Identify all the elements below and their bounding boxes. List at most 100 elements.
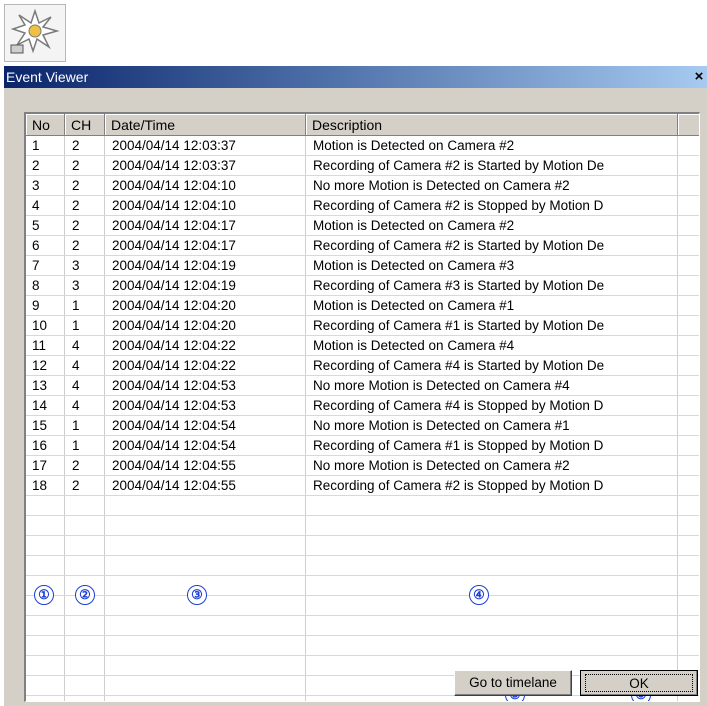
callout-marker: ④ <box>469 585 489 605</box>
cell-ch: 1 <box>72 438 80 453</box>
table-row[interactable]: 12 4 2004/04/14 12:04:22 Recording of Camer… <box>26 356 699 376</box>
grid-divider <box>26 595 699 596</box>
callout-marker: ② <box>75 585 95 605</box>
table-row[interactable]: 5 2 2004/04/14 12:04:17 Motion is Detected … <box>26 216 699 236</box>
cell-ch: 4 <box>72 378 80 393</box>
grid-divider <box>26 555 699 556</box>
cell-datetime: 2004/04/14 12:04:17 <box>112 218 236 233</box>
column-header-description[interactable]: Description <box>306 114 678 136</box>
cell-no: 2 <box>32 158 40 173</box>
cell-description: Recording of Camera #4 is Started by Mot… <box>313 358 605 373</box>
column-header-no[interactable]: No <box>26 114 65 136</box>
cell-ch: 2 <box>72 478 80 493</box>
table-row[interactable]: 18 2 2004/04/14 12:04:55 Recording of Camer… <box>26 476 699 496</box>
cell-ch: 2 <box>72 178 80 193</box>
cell-ch: 2 <box>72 138 80 153</box>
cell-datetime: 2004/04/14 12:04:54 <box>112 418 236 433</box>
grid-divider <box>26 535 699 536</box>
cell-no: 7 <box>32 258 40 273</box>
table-row[interactable]: 14 4 2004/04/14 12:04:53 Recording of Camer… <box>26 396 699 416</box>
ok-button[interactable]: OK <box>580 670 698 696</box>
cell-description: Recording of Camera #2 is Stopped by Mot… <box>313 478 604 493</box>
event-list[interactable]: No CH Date/Time Description 1 2 2004/04/14… <box>24 112 700 702</box>
cell-no: 6 <box>32 238 40 253</box>
cell-description: Recording of Camera #3 is Started by Mot… <box>313 278 605 293</box>
event-viewer-dialog: Event Viewer × No CH Date/Time Descripti… <box>4 66 707 706</box>
cell-no: 5 <box>32 218 40 233</box>
cell-datetime: 2004/04/14 12:04:22 <box>112 338 236 353</box>
table-row[interactable]: 9 1 2004/04/14 12:04:20 Motion is Detected … <box>26 296 699 316</box>
cell-no: 18 <box>32 478 48 493</box>
callout-marker: ③ <box>187 585 207 605</box>
cell-datetime: 2004/04/14 12:04:10 <box>112 198 236 213</box>
table-row[interactable]: 2 2 2004/04/14 12:03:37 Recording of Camera… <box>26 156 699 176</box>
table-row[interactable]: 16 1 2004/04/14 12:04:54 Recording of Camer… <box>26 436 699 456</box>
table-row[interactable]: 10 1 2004/04/14 12:04:20 Recording of Camer… <box>26 316 699 336</box>
cell-description: Recording of Camera #2 is Started by Mot… <box>313 238 605 253</box>
table-row[interactable]: 3 2 2004/04/14 12:04:10 No more Motion is D… <box>26 176 699 196</box>
cell-no: 17 <box>32 458 48 473</box>
callout-marker: ① <box>34 585 54 605</box>
cell-description: No more Motion is Detected on Camera #4 <box>313 378 570 393</box>
table-row[interactable]: 4 2 2004/04/14 12:04:10 Recording of Camera… <box>26 196 699 216</box>
grid-divider <box>26 575 699 576</box>
cell-datetime: 2004/04/14 12:04:10 <box>112 178 236 193</box>
table-row[interactable]: 1 2 2004/04/14 12:03:37 Motion is Detected … <box>26 136 699 156</box>
camera-spark-icon <box>4 4 66 62</box>
cell-datetime: 2004/04/14 12:04:53 <box>112 378 236 393</box>
cell-datetime: 2004/04/14 12:04:22 <box>112 358 236 373</box>
cell-description: Motion is Detected on Camera #2 <box>313 138 515 153</box>
cell-description: Recording of Camera #1 is Stopped by Mot… <box>313 438 604 453</box>
cell-ch: 2 <box>72 218 80 233</box>
cell-no: 16 <box>32 438 48 453</box>
cell-datetime: 2004/04/14 12:04:19 <box>112 258 236 273</box>
grid-divider <box>26 635 699 636</box>
close-button[interactable]: × <box>691 68 707 86</box>
grid-divider <box>26 615 699 616</box>
cell-datetime: 2004/04/14 12:03:37 <box>112 138 236 153</box>
go-to-timelane-button[interactable]: Go to timelane <box>454 670 572 696</box>
cell-description: Recording of Camera #2 is Stopped by Mot… <box>313 198 604 213</box>
cell-ch: 4 <box>72 338 80 353</box>
table-row[interactable]: 15 1 2004/04/14 12:04:54 No more Motion is … <box>26 416 699 436</box>
table-row[interactable]: 7 3 2004/04/14 12:04:19 Motion is Detected … <box>26 256 699 276</box>
cell-ch: 1 <box>72 298 80 313</box>
grid-divider <box>26 655 699 656</box>
cell-description: No more Motion is Detected on Camera #1 <box>313 418 570 433</box>
title-bar[interactable]: Event Viewer × <box>4 66 707 88</box>
cell-datetime: 2004/04/14 12:04:53 <box>112 398 236 413</box>
cell-ch: 2 <box>72 198 80 213</box>
column-header-datetime[interactable]: Date/Time <box>105 114 306 136</box>
grid-divider <box>26 515 699 516</box>
cell-description: Motion is Detected on Camera #2 <box>313 218 515 233</box>
cell-ch: 3 <box>72 258 80 273</box>
cell-datetime: 2004/04/14 12:04:55 <box>112 458 236 473</box>
table-row[interactable]: 11 4 2004/04/14 12:04:22 Motion is Detected… <box>26 336 699 356</box>
table-row[interactable]: 6 2 2004/04/14 12:04:17 Recording of Camera… <box>26 236 699 256</box>
cell-datetime: 2004/04/14 12:04:19 <box>112 278 236 293</box>
column-header-row: No CH Date/Time Description <box>26 114 699 136</box>
cell-ch: 2 <box>72 158 80 173</box>
cell-description: Motion is Detected on Camera #1 <box>313 298 515 313</box>
cell-no: 3 <box>32 178 40 193</box>
cell-description: No more Motion is Detected on Camera #2 <box>313 458 570 473</box>
column-header-ch[interactable]: CH <box>65 114 105 136</box>
cell-datetime: 2004/04/14 12:04:20 <box>112 318 236 333</box>
cell-description: Motion is Detected on Camera #3 <box>313 258 515 273</box>
cell-ch: 2 <box>72 458 80 473</box>
cell-no: 9 <box>32 298 40 313</box>
table-row[interactable]: 17 2 2004/04/14 12:04:55 No more Motion is … <box>26 456 699 476</box>
cell-no: 12 <box>32 358 48 373</box>
table-row[interactable]: 8 3 2004/04/14 12:04:19 Recording of Camera… <box>26 276 699 296</box>
cell-datetime: 2004/04/14 12:04:17 <box>112 238 236 253</box>
cell-datetime: 2004/04/14 12:04:20 <box>112 298 236 313</box>
cell-description: Recording of Camera #1 is Started by Mot… <box>313 318 605 333</box>
cell-ch: 3 <box>72 278 80 293</box>
cell-description: Recording of Camera #2 is Started by Mot… <box>313 158 605 173</box>
column-header-filler <box>678 114 699 136</box>
table-row[interactable]: 13 4 2004/04/14 12:04:53 No more Motion is … <box>26 376 699 396</box>
cell-ch: 1 <box>72 418 80 433</box>
cell-description: No more Motion is Detected on Camera #2 <box>313 178 570 193</box>
cell-no: 1 <box>32 138 40 153</box>
ok-button-label: OK <box>585 674 693 692</box>
